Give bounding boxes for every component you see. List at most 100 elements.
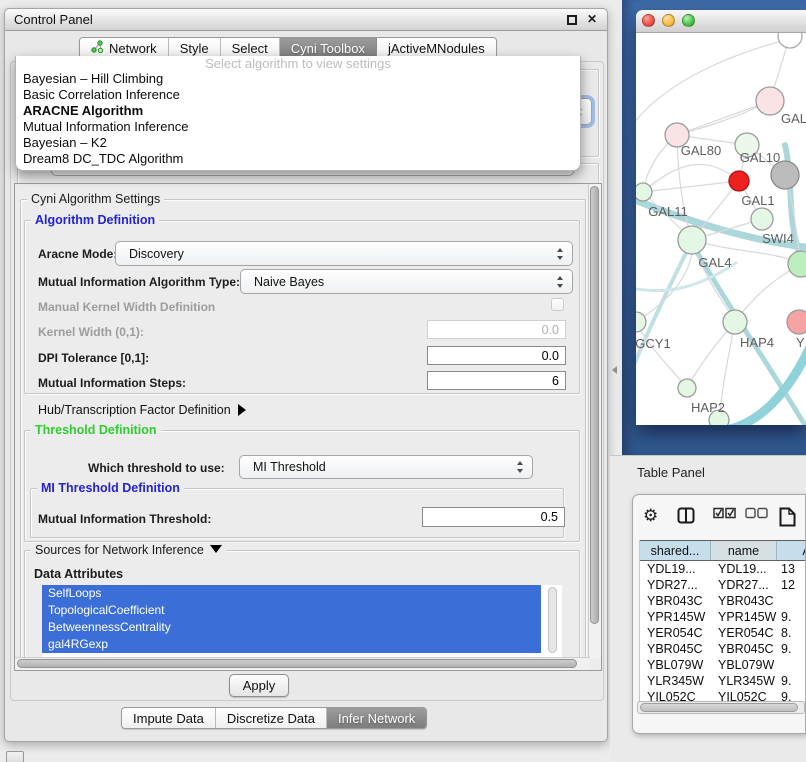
network-node[interactable] xyxy=(729,171,749,191)
close-traffic-light-icon[interactable] xyxy=(642,14,655,27)
float-window-icon[interactable] xyxy=(567,15,577,25)
table-row[interactable]: YDL19...YDL19...13 xyxy=(640,561,805,577)
application-root: Control Panel ✕ NetworkStyleSelectCyni T… xyxy=(0,0,806,762)
dropdown-item-dream8-dc-tdc-algorithm[interactable]: Dream8 DC_TDC Algorithm xyxy=(16,151,580,167)
network-node[interactable] xyxy=(723,310,747,334)
threshold-definition-title: Threshold Definition xyxy=(31,423,161,437)
attribute-item-selfloops[interactable]: SelfLoops xyxy=(42,585,541,602)
close-window-icon[interactable]: ✕ xyxy=(587,12,597,26)
manual-kernel-checkbox[interactable] xyxy=(551,298,564,311)
network-node[interactable] xyxy=(678,379,696,397)
column-header-a[interactable]: A xyxy=(777,541,806,560)
control-panel-window: Control Panel ✕ NetworkStyleSelectCyni T… xyxy=(4,8,608,742)
scrollbar-thumb[interactable] xyxy=(640,703,798,712)
node-label-gal1: GAL1 xyxy=(741,193,774,208)
deselect-all-icon[interactable] xyxy=(745,507,768,522)
file-icon[interactable] xyxy=(779,507,796,530)
network-node[interactable] xyxy=(771,161,799,189)
table-row[interactable]: YDR27...YDR27...12 xyxy=(640,577,805,593)
network-node[interactable] xyxy=(756,87,784,115)
tab-label: jActiveMNodules xyxy=(388,41,485,56)
table-row[interactable]: YLR345WYLR345W9. xyxy=(640,673,805,689)
table-row[interactable]: YBR043CYBR043C xyxy=(640,593,805,609)
table-horizontal-scrollbar[interactable] xyxy=(637,701,805,714)
tab-label: Cyni Toolbox xyxy=(291,41,365,56)
network-edge xyxy=(730,349,806,425)
tab-network[interactable]: Network xyxy=(80,38,169,58)
attributes-list-scrollbar[interactable] xyxy=(548,587,557,653)
minimize-traffic-light-icon[interactable] xyxy=(662,14,675,27)
dpi-tolerance-field[interactable]: 0.0 xyxy=(427,346,566,365)
tab-impute-data[interactable]: Impute Data xyxy=(122,708,216,728)
tab-jactivemnodules[interactable]: jActiveMNodules xyxy=(377,38,496,58)
kernel-width-field[interactable]: 0.0 xyxy=(427,320,566,339)
select-all-icon[interactable] xyxy=(713,507,736,522)
zoom-traffic-light-icon[interactable] xyxy=(682,14,695,27)
tab-style[interactable]: Style xyxy=(169,38,221,58)
hub-section-expander[interactable]: Hub/Transcription Factor Definition xyxy=(38,403,246,417)
table-panel-title: Table Panel xyxy=(637,465,705,480)
column-header-name[interactable]: name xyxy=(711,541,777,560)
split-collapse-icon[interactable] xyxy=(612,366,617,374)
table-row[interactable]: YBR045CYBR045C9. xyxy=(640,641,805,657)
network-window: GALGAL80GAL10GAL1GAL11SWI4GAL4GCY1HAP4YH… xyxy=(636,10,806,425)
sources-expander[interactable]: Sources for Network Inference xyxy=(31,543,226,557)
tab-label: Style xyxy=(180,41,209,56)
table-cell: YER054C xyxy=(711,625,777,641)
table-cell: 9. xyxy=(777,641,805,657)
column-header-shared[interactable]: shared... xyxy=(640,541,711,560)
gear-icon[interactable]: ⚙ xyxy=(643,507,658,524)
table-cell: 13 xyxy=(777,561,805,577)
table-cell: YLR345W xyxy=(640,673,711,689)
table-row[interactable]: YER054CYER054C8. xyxy=(640,625,805,641)
expand-right-icon xyxy=(238,404,246,416)
dropdown-item-aracne-algorithm[interactable]: ARACNE Algorithm xyxy=(16,103,580,119)
network-node[interactable] xyxy=(636,312,646,332)
mi-type-combo[interactable]: Naive Bayes xyxy=(240,269,573,294)
table-body: YDL19...YDL19...13YDR27...YDR27...12YBR0… xyxy=(640,561,805,708)
network-node[interactable] xyxy=(636,183,652,201)
network-canvas[interactable]: GALGAL80GAL10GAL1GAL11SWI4GAL4GCY1HAP4YH… xyxy=(636,33,806,425)
node-label-y: Y xyxy=(796,335,805,350)
which-threshold-combo[interactable]: MI Threshold xyxy=(239,455,533,479)
table-cell xyxy=(777,593,805,609)
table-row[interactable]: YPR145WYPR145W9. xyxy=(640,609,805,625)
mi-steps-field[interactable]: 6 xyxy=(427,371,566,390)
dropdown-item-mutual-information-inference[interactable]: Mutual Information Inference xyxy=(16,119,580,135)
settings-vertical-scrollbar[interactable] xyxy=(588,184,601,659)
settings-horizontal-scrollbar[interactable] xyxy=(15,657,590,670)
scrollbar-thumb[interactable] xyxy=(590,186,599,624)
aracne-mode-combo[interactable]: Discovery xyxy=(115,241,573,266)
attribute-item-betweennesscentrality[interactable]: BetweennessCentrality xyxy=(42,619,541,636)
mi-threshold-field[interactable]: 0.5 xyxy=(422,507,565,527)
tab-discretize-data[interactable]: Discretize Data xyxy=(216,708,327,728)
network-node[interactable] xyxy=(751,208,773,230)
node-label-gal11: GAL11 xyxy=(648,204,688,219)
table-cell: 8. xyxy=(777,625,805,641)
attribute-item-gal4rgexp[interactable]: gal4RGexp xyxy=(42,636,541,653)
network-node[interactable] xyxy=(787,310,806,334)
table-window: ⚙ shared...nameA YDL19...YDL19...13YDR27… xyxy=(632,494,806,734)
table-cell: YPR145W xyxy=(711,609,777,625)
apply-button[interactable]: Apply xyxy=(229,674,289,697)
tab-infer-network[interactable]: Infer Network xyxy=(327,708,426,728)
scrollbar-thumb[interactable] xyxy=(17,659,577,668)
dropdown-item-bayesian-hill-climbing[interactable]: Bayesian – Hill Climbing xyxy=(16,71,580,87)
tab-label: Discretize Data xyxy=(227,711,315,726)
dpi-tolerance-label: DPI Tolerance [0,1]: xyxy=(38,351,149,365)
kernel-width-value: 0.0 xyxy=(542,323,559,337)
attribute-item-topologicalcoefficient[interactable]: TopologicalCoefficient xyxy=(42,602,541,619)
network-node[interactable] xyxy=(788,251,806,277)
dropdown-item-basic-correlation-inference[interactable]: Basic Correlation Inference xyxy=(16,87,580,103)
table-cell: YER054C xyxy=(640,625,711,641)
network-node[interactable] xyxy=(678,226,706,254)
node-label-gal4: GAL4 xyxy=(698,255,731,270)
table-row[interactable]: YBL079WYBL079W xyxy=(640,657,805,673)
tab-cyni-toolbox[interactable]: Cyni Toolbox xyxy=(280,38,377,58)
dropdown-item-bayesian-k2[interactable]: Bayesian – K2 xyxy=(16,135,580,151)
network-edge xyxy=(636,240,692,322)
split-columns-icon[interactable] xyxy=(677,507,695,527)
network-node[interactable] xyxy=(778,33,802,48)
tab-select[interactable]: Select xyxy=(221,38,280,58)
cut-bottom-button[interactable] xyxy=(6,751,24,762)
